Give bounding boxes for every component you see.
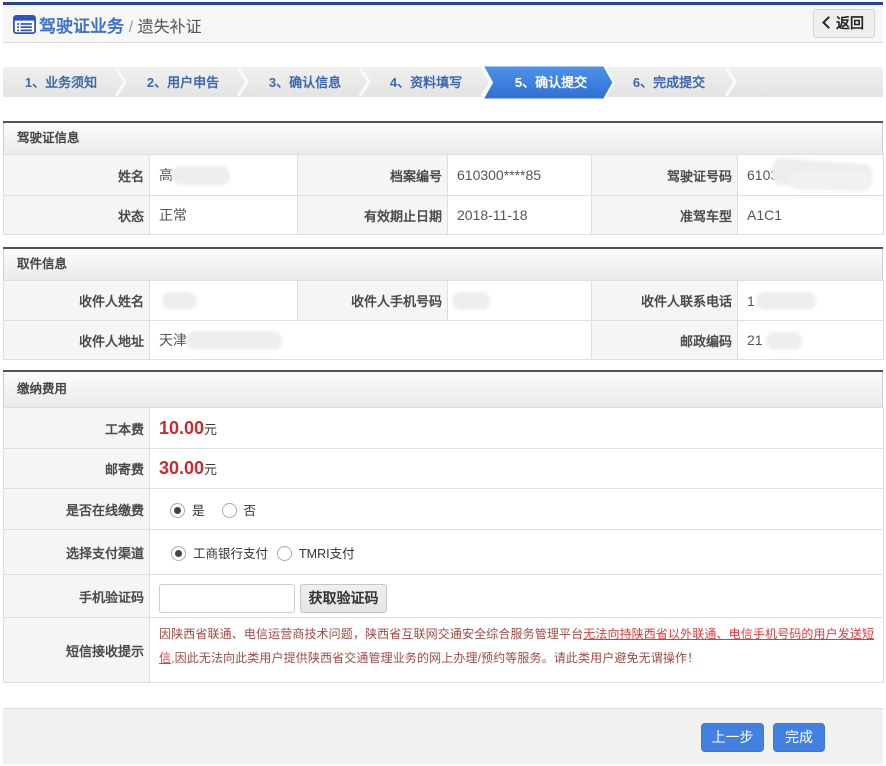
- svg-text:3、确认信息: 3、确认信息: [269, 75, 341, 90]
- svg-text:1、业务须知: 1、业务须知: [25, 75, 97, 90]
- svg-text:2、用户申告: 2、用户申告: [147, 75, 219, 90]
- svg-text:5、确认提交: 5、确认提交: [515, 75, 587, 90]
- svg-text:4、资料填写: 4、资料填写: [390, 75, 462, 90]
- svg-text:6、完成提交: 6、完成提交: [633, 75, 705, 90]
